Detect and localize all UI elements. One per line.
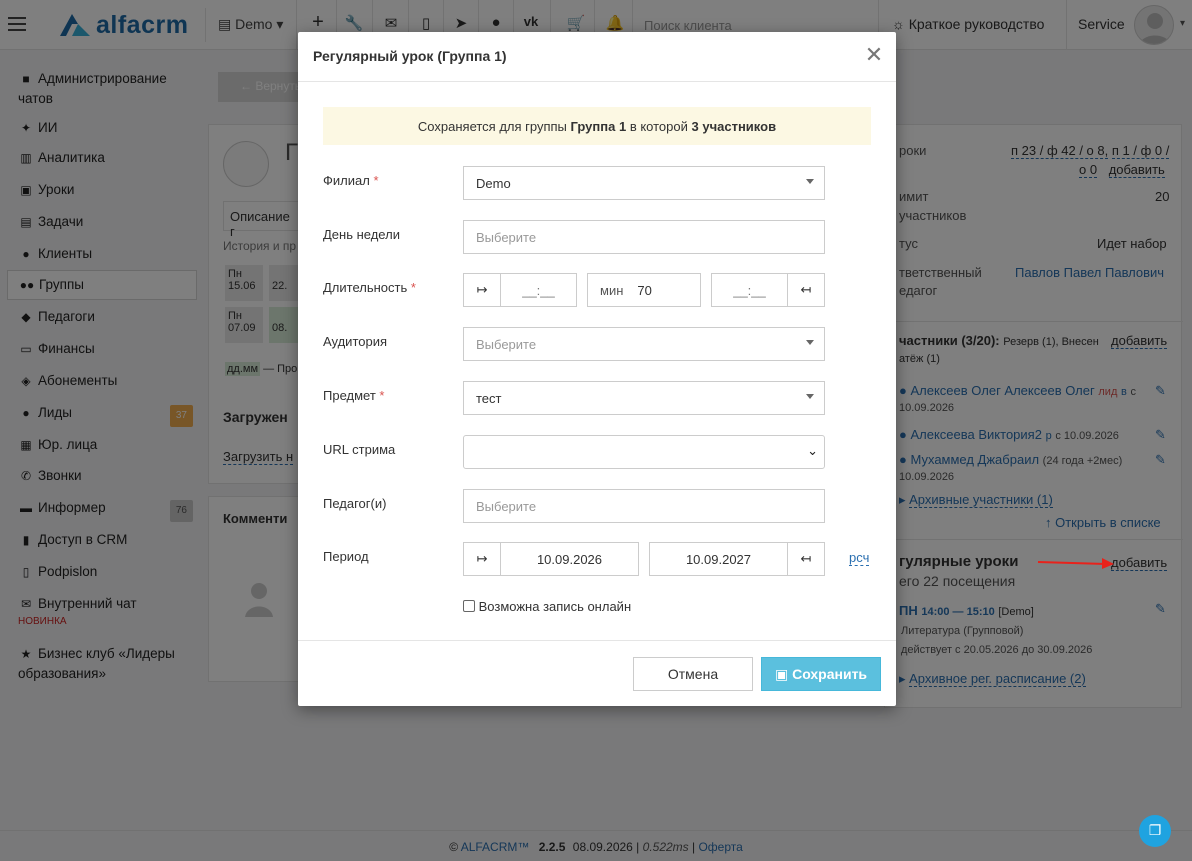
time-start-input[interactable]: __:__	[500, 273, 577, 307]
chevron-down-icon	[806, 340, 814, 345]
weekday-label: День недели	[323, 227, 400, 242]
modal-footer: Отмена ▣ Сохранить	[298, 640, 896, 706]
save-label: Сохранить	[792, 666, 868, 682]
weekday-select[interactable]: Выберите	[463, 220, 825, 254]
required-marker: *	[410, 280, 416, 295]
stream-url-label: URL стрима	[323, 442, 396, 457]
chevron-down-icon: ⌄	[807, 443, 818, 458]
branch-select[interactable]: Demo	[463, 166, 825, 200]
branch-label: Филиал *	[323, 173, 379, 188]
time-end-input[interactable]: __:__	[711, 273, 788, 307]
chat-bubbles-icon: ❐	[1148, 822, 1162, 838]
room-placeholder: Выберите	[476, 337, 537, 352]
period-label: Период	[323, 549, 369, 564]
period-end-input[interactable]: 10.09.2027	[649, 542, 788, 576]
chevron-down-icon	[806, 179, 814, 184]
subject-label-text: Предмет	[323, 388, 376, 403]
period-start-input[interactable]: 10.09.2026	[500, 542, 639, 576]
duration-label: Длительность *	[323, 280, 416, 295]
required-marker: *	[373, 173, 379, 188]
online-booking-option[interactable]: Возможна запись онлайн	[463, 599, 631, 614]
branch-label-text: Филиал	[323, 173, 370, 188]
subject-select-value: тест	[476, 391, 502, 406]
minutes-label: мин	[600, 283, 624, 298]
weekday-placeholder: Выберите	[476, 230, 537, 245]
time-end-arrow-icon[interactable]: ↤	[787, 273, 825, 307]
room-select[interactable]: Выберите	[463, 327, 825, 361]
stream-url-select[interactable]: ⌄	[463, 435, 825, 469]
period-calc-label: рсч	[849, 550, 870, 565]
period-start-arrow-icon[interactable]: ↦	[463, 542, 501, 576]
duration-label-text: Длительность	[323, 280, 408, 295]
teachers-select[interactable]: Выберите	[463, 489, 825, 523]
alert-count: 3 участников	[691, 119, 777, 134]
chevron-down-icon	[806, 394, 814, 399]
annotation-arrow	[1037, 558, 1114, 569]
save-button[interactable]: ▣ Сохранить	[761, 657, 881, 691]
chat-widget-button[interactable]: ❐	[1139, 815, 1171, 847]
teachers-label: Педагог(и)	[323, 496, 387, 511]
period-end-arrow-icon[interactable]: ↤	[787, 542, 825, 576]
duration-input[interactable]: мин 70	[587, 273, 701, 307]
subject-select[interactable]: тест	[463, 381, 825, 415]
online-booking-checkbox[interactable]	[463, 600, 475, 612]
floppy-disk-icon: ▣	[774, 666, 789, 682]
alert-group: Группа 1	[570, 119, 627, 134]
modal-title: Регулярный урок (Группа 1)	[313, 48, 507, 64]
room-label: Аудитория	[323, 334, 388, 349]
duration-value: 70	[637, 283, 652, 298]
teachers-placeholder: Выберите	[476, 499, 537, 514]
cancel-button[interactable]: Отмена	[633, 657, 753, 691]
online-booking-label: Возможна запись онлайн	[478, 599, 632, 614]
time-start-arrow-icon[interactable]: ↦	[463, 273, 501, 307]
info-alert: Сохраняется для группы Группа 1 в которо…	[323, 107, 871, 145]
branch-select-value: Demo	[476, 176, 511, 191]
alert-text: Сохраняется для группы	[417, 119, 567, 134]
period-calc-link[interactable]: рсч	[849, 550, 870, 566]
regular-lesson-modal: Регулярный урок (Группа 1) ✕ Сохраняется…	[298, 32, 896, 706]
subject-label: Предмет *	[323, 388, 384, 403]
close-icon[interactable]: ✕	[864, 44, 884, 66]
modal-header: Регулярный урок (Группа 1) ✕	[298, 32, 896, 82]
required-marker: *	[379, 388, 385, 403]
alert-text: в которой	[629, 119, 688, 134]
